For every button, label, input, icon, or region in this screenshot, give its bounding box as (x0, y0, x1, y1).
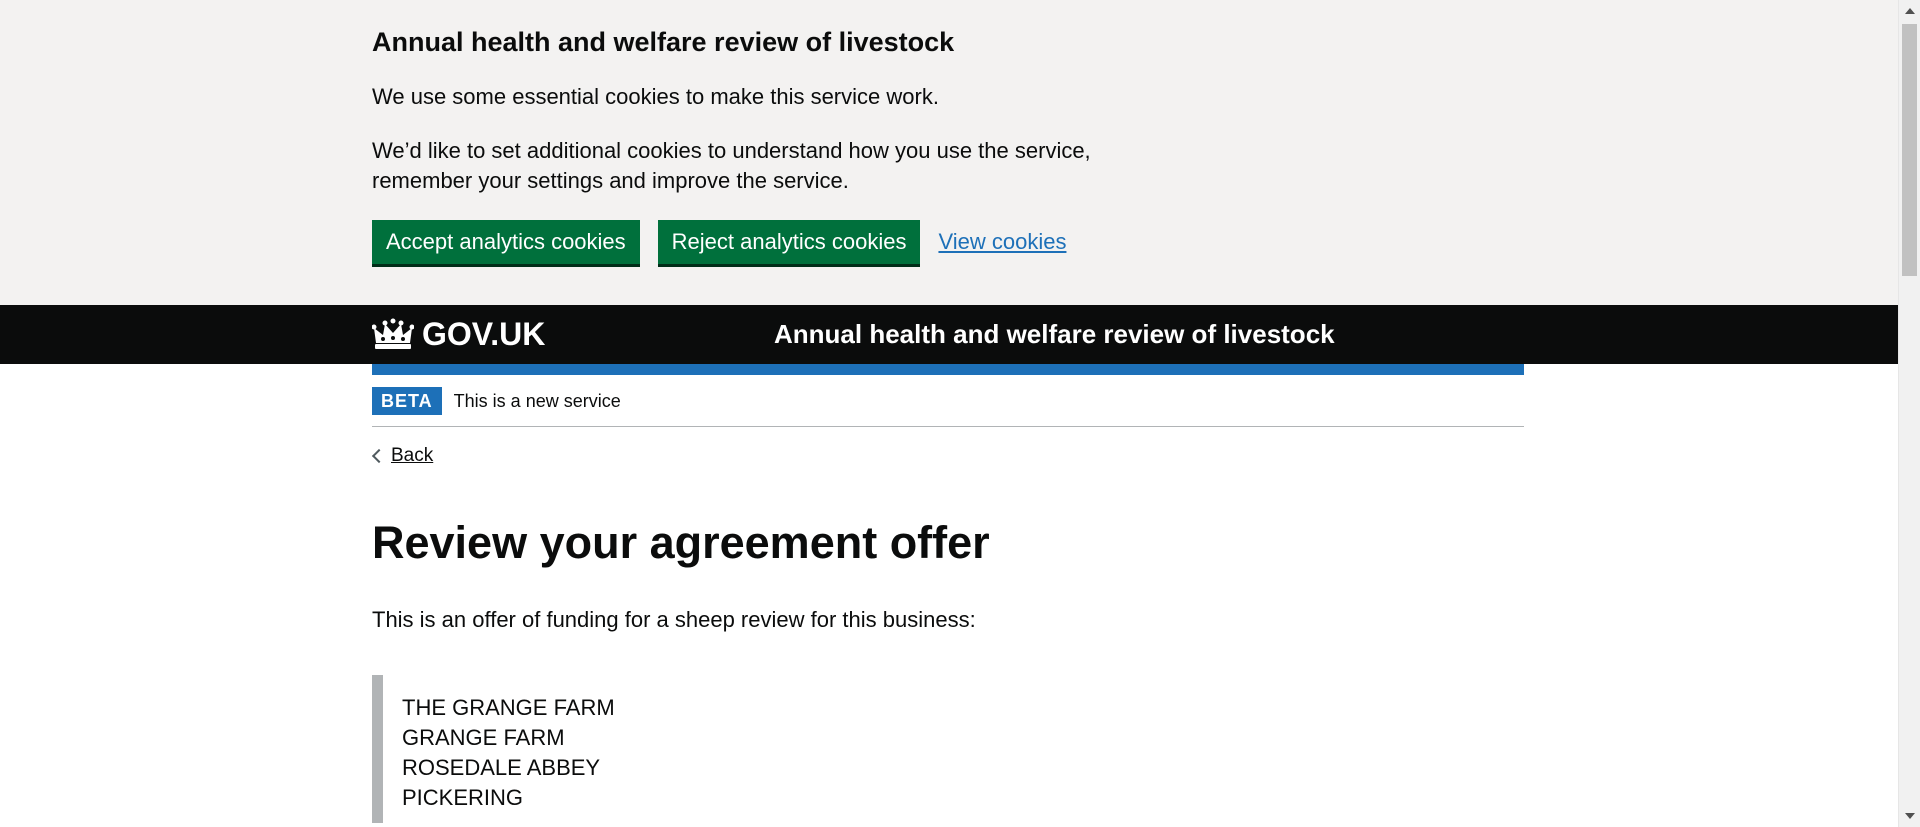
scrollbar-thumb[interactable] (1902, 24, 1917, 276)
cookie-banner-content: Annual health and welfare review of live… (372, 26, 1524, 264)
back-link[interactable]: Back (371, 445, 434, 467)
reject-analytics-cookies-button[interactable]: Reject analytics cookies (657, 220, 921, 264)
header-blue-bar (372, 364, 1524, 375)
cookie-banner-paragraph-essential: We use some essential cookies to make th… (372, 84, 939, 109)
service-name-link[interactable]: Annual health and welfare review of live… (774, 319, 1335, 350)
cookie-banner-paragraph-additional: We’d like to set additional cookies to u… (372, 138, 1091, 193)
view-cookies-link[interactable]: View cookies (938, 229, 1066, 255)
scroll-down-arrow-icon[interactable] (1905, 813, 1915, 819)
main-container: BETA This is a new service Back Review y… (371, 364, 1524, 823)
accept-analytics-cookies-button[interactable]: Accept analytics cookies (372, 220, 640, 264)
chevron-left-icon (371, 448, 387, 464)
phase-banner: BETA This is a new service (372, 375, 1524, 427)
page: Annual health and welfare review of live… (0, 0, 1898, 827)
vertical-scrollbar[interactable] (1898, 0, 1920, 827)
scroll-up-arrow-icon[interactable] (1905, 8, 1915, 14)
phase-banner-text: This is a new service (453, 390, 621, 411)
business-address-inset: THE GRANGE FARM GRANGE FARM ROSEDALE ABB… (372, 675, 1524, 823)
address-line: THE GRANGE FARM (402, 695, 615, 720)
crown-icon (372, 318, 414, 349)
offer-intro: This is an offer of funding for a sheep … (372, 607, 976, 632)
cookie-banner: Annual health and welfare review of live… (0, 0, 1898, 305)
cookie-banner-actions: Accept analytics cookies Reject analytic… (372, 220, 1524, 264)
phase-tag: BETA (372, 387, 442, 415)
header-container: GOV.UK Annual health and welfare review … (372, 305, 1524, 364)
govuk-logo-text: GOV.UK (422, 316, 546, 352)
address-line: PICKERING (402, 785, 524, 810)
back-link-label: Back (391, 445, 434, 466)
govuk-logo-link[interactable]: GOV.UK (372, 316, 545, 353)
address-line: ROSEDALE ABBEY (402, 755, 601, 780)
page-title: Review your agreement offer (372, 517, 990, 568)
address-line: GRANGE FARM (402, 725, 565, 750)
cookie-banner-heading: Annual health and welfare review of live… (372, 27, 955, 57)
site-header: GOV.UK Annual health and welfare review … (0, 305, 1898, 364)
